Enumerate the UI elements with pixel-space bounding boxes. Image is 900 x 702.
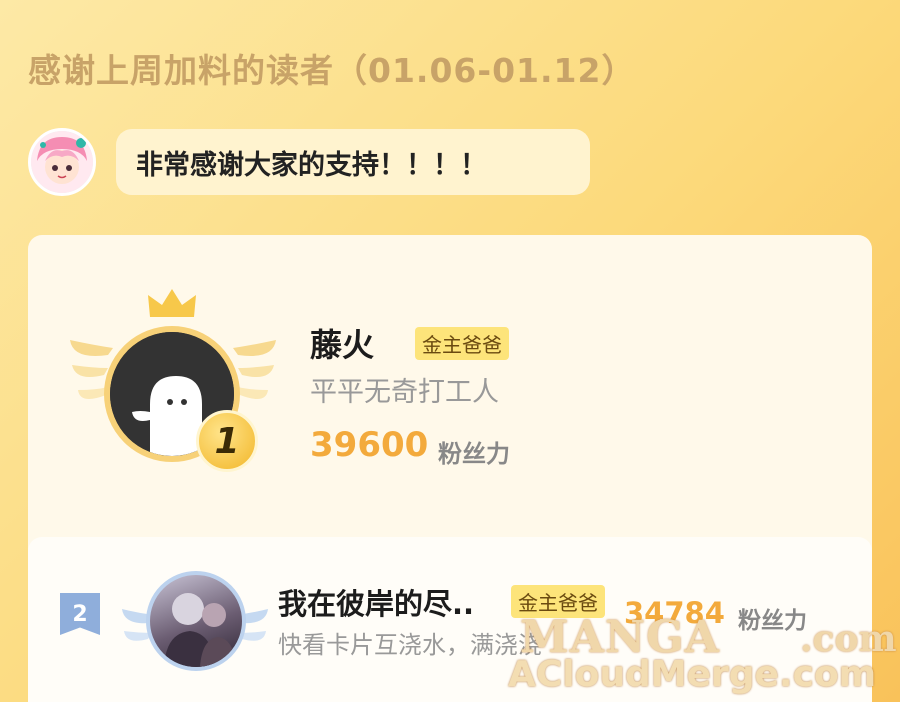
author-message-bubble: 非常感谢大家的支持！！！！ — [116, 129, 590, 195]
rank-1-subtitle: 平平无奇打工人 — [310, 377, 499, 408]
fan-ranking-board: 1 藤火 金主爸爸 平平无奇打工人 39600 粉丝力 2 我在彼岸的尽.. 金… — [28, 235, 872, 702]
author-message-text: 非常感谢大家的支持！！！！ — [136, 149, 487, 181]
rank-1-score-unit: 粉丝力 — [438, 440, 510, 468]
watermark-site: ACloudMerge.com — [508, 654, 877, 695]
crown-icon — [148, 289, 196, 317]
author-avatar-illustration — [31, 131, 93, 193]
rank-1-score: 39600 — [310, 425, 429, 465]
rank-2-avatar[interactable] — [146, 571, 246, 671]
rank-1-name[interactable]: 藤火 — [310, 320, 374, 366]
author-avatar[interactable] — [28, 128, 96, 196]
user-photo-icon — [164, 593, 236, 667]
rank-1-medal: 1 — [196, 410, 258, 472]
rank-2-score-unit: 粉丝力 — [738, 608, 807, 634]
rank-2-subtitle: 快看卡片互浇水，满浇浇 — [278, 631, 542, 659]
rank-2-ribbon: 2 — [60, 593, 100, 635]
ranking-row-1[interactable]: 1 藤火 金主爸爸 平平无奇打工人 39600 粉丝力 — [28, 235, 872, 535]
rank-1-badge: 金主爸爸 — [415, 327, 509, 360]
page-title: 感谢上周加料的读者（01.06-01.12） — [28, 51, 636, 90]
rank-2-name[interactable]: 我在彼岸的尽.. — [278, 581, 474, 623]
